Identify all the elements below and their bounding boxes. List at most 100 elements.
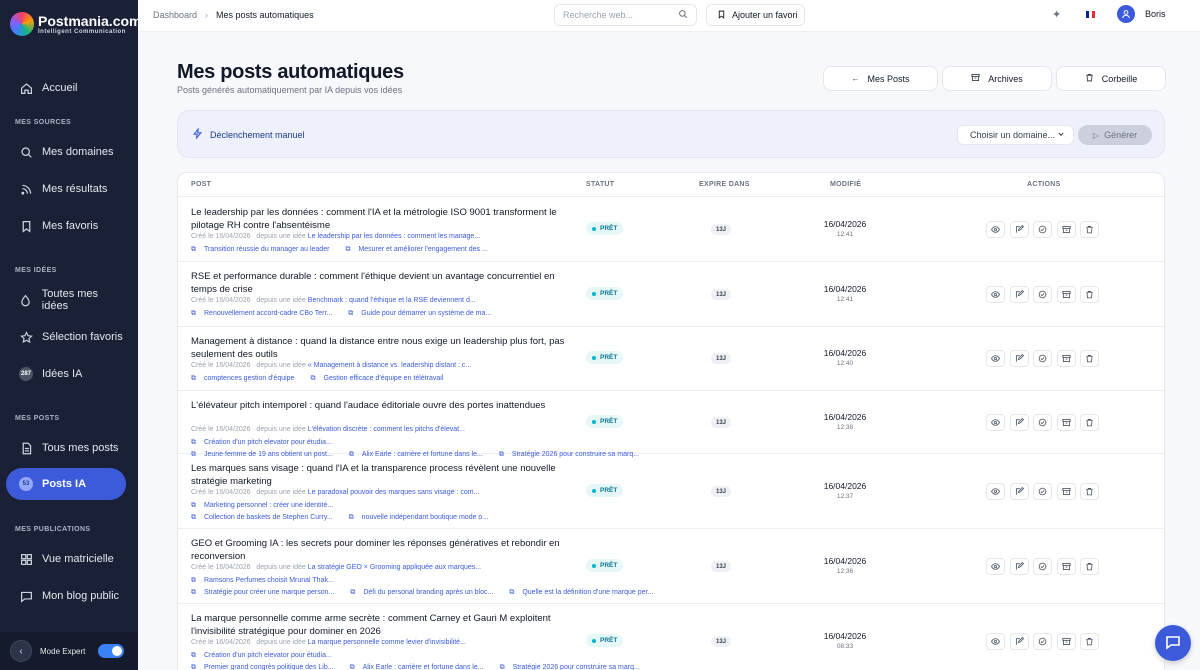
edit-button[interactable] <box>1009 414 1029 431</box>
table-row: La marque personnelle comme arme secrète… <box>178 604 1164 670</box>
archive-button[interactable] <box>1056 286 1076 303</box>
source-link[interactable]: ⧉ Quelle est la définition d'une marque p… <box>509 589 661 596</box>
edit-button[interactable] <box>1009 558 1029 575</box>
validate-button[interactable] <box>1033 633 1052 650</box>
collapse-sidebar-button[interactable]: ‹ <box>10 640 32 662</box>
eye-icon <box>991 485 1000 499</box>
validate-button[interactable] <box>1033 558 1052 575</box>
add-favorite-button[interactable]: Ajouter un favori <box>706 4 805 26</box>
post-title[interactable]: RSE et performance durable : comment l'é… <box>191 271 566 296</box>
validate-button[interactable] <box>1033 221 1052 238</box>
source-link[interactable]: ⧉ Collection de baskets de Stephen Curry.… <box>191 514 341 521</box>
edit-button[interactable] <box>1009 286 1029 303</box>
archives-button[interactable]: Archives <box>942 66 1052 91</box>
sidebar-item-public-blog[interactable]: Mon blog public <box>6 580 126 612</box>
post-title[interactable]: Le leadership par les données : comment … <box>191 207 566 232</box>
idea-link[interactable]: Le leadership par les données : comment … <box>308 233 480 240</box>
search-input[interactable]: Recherche web... <box>554 4 697 26</box>
brand-logo[interactable]: Postmania.com Intelligent Communication <box>10 12 141 36</box>
delete-button[interactable] <box>1080 350 1099 367</box>
source-link[interactable]: ⧉ Transition réussie du manager au leader <box>191 246 337 253</box>
source-link[interactable]: ⧉ Stratégie 2026 pour construire sa marq.… <box>500 664 648 670</box>
delete-button[interactable] <box>1080 633 1099 650</box>
archive-button[interactable] <box>1056 350 1076 367</box>
archive-button[interactable] <box>1056 633 1076 650</box>
sidebar-item-all-posts[interactable]: Tous mes posts <box>6 432 126 464</box>
source-link[interactable]: ⧉ Alix Earle : carrière et fortune dans l… <box>350 664 492 670</box>
source-link[interactable]: ⧉ Marketing personnel : créer une identit… <box>191 502 341 509</box>
validate-button[interactable] <box>1033 286 1052 303</box>
source-link[interactable]: ⧉ nouvelle indépendant boutique mode o... <box>349 514 497 521</box>
post-title[interactable]: GEO et Grooming IA : les secrets pour do… <box>191 538 566 563</box>
delete-button[interactable] <box>1080 558 1099 575</box>
french-flag-icon[interactable] <box>1086 11 1095 18</box>
source-link[interactable]: ⧉ Défi du personal branding après un bloc… <box>350 589 501 596</box>
view-button[interactable] <box>986 286 1005 303</box>
sidebar-item-matrix-view[interactable]: Vue matricielle <box>6 543 126 575</box>
sidebar-item-results[interactable]: Mes résultats <box>6 173 126 205</box>
sidebar-item-favorite-selection[interactable]: Sélection favoris <box>6 321 126 353</box>
edit-button[interactable] <box>1009 483 1029 500</box>
breadcrumb-dashboard[interactable]: Dashboard <box>153 10 197 20</box>
post-title[interactable]: Management à distance : quand la distanc… <box>191 336 566 361</box>
source-link[interactable]: ⧉ comptences gestion d'équipe <box>191 375 302 382</box>
delete-button[interactable] <box>1080 286 1099 303</box>
source-link[interactable]: ⧉ Premier grand congrès politique des Lib… <box>191 664 342 670</box>
delete-button[interactable] <box>1080 414 1099 431</box>
idea-link[interactable]: L'élévation discrète : comment les pitch… <box>308 426 465 433</box>
idea-link[interactable]: Benchmark : quand l'éthique et la RSE de… <box>308 297 476 304</box>
domain-select[interactable]: Choisir un domaine... <box>957 125 1074 145</box>
post-title[interactable]: La marque personnelle comme arme secrète… <box>191 613 566 638</box>
idea-link[interactable]: Le paradoxal pouvoir des marques sans vi… <box>308 489 480 496</box>
user-menu[interactable]: Boris <box>1117 5 1166 23</box>
post-title[interactable]: Les marques sans visage : quand l'IA et … <box>191 463 566 488</box>
mode-expert-toggle[interactable] <box>98 644 125 658</box>
trash-button[interactable]: Corbeille <box>1056 66 1166 91</box>
archive-button[interactable] <box>1056 414 1076 431</box>
from-idea-label: depuis une idée <box>256 564 306 571</box>
view-button[interactable] <box>986 414 1005 431</box>
source-link[interactable]: ⧉ Création d'un pitch elevator pour étudi… <box>191 652 340 659</box>
archive-button[interactable] <box>1056 558 1076 575</box>
sparkle-icon[interactable]: ✦ <box>1052 8 1061 21</box>
validate-button[interactable] <box>1033 414 1052 431</box>
edit-button[interactable] <box>1009 221 1029 238</box>
view-button[interactable] <box>986 558 1005 575</box>
idea-link[interactable]: « Management à distance vs. leadership d… <box>308 362 471 369</box>
source-link[interactable]: ⧉ Guide pour démarrer un système de ma... <box>348 310 499 317</box>
source-link[interactable]: ⧉ Mesurer et améliorer l'engagement des .… <box>345 246 495 253</box>
status-badge: PRÊT <box>586 351 624 364</box>
validate-button[interactable] <box>1033 350 1052 367</box>
sidebar-item-home[interactable]: Accueil <box>6 72 126 104</box>
archive-button[interactable] <box>1056 221 1076 238</box>
edit-button[interactable] <box>1009 350 1029 367</box>
edit-button[interactable] <box>1009 633 1029 650</box>
idea-link[interactable]: La stratégie GEO × Grooming appliquée au… <box>308 564 481 571</box>
sidebar-item-ai-posts[interactable]: 53 Posts IA <box>6 468 126 500</box>
idea-link[interactable]: La marque personnelle comme levier d'inv… <box>308 639 466 646</box>
source-link[interactable]: ⧉ Ramsons Perfumes choisit Mrunal Thak... <box>191 577 342 584</box>
sidebar-item-ai-ideas[interactable]: 287 Idées IA <box>6 358 126 390</box>
source-link[interactable]: ⧉ Création d'un pitch elevator pour étudi… <box>191 439 340 446</box>
view-button[interactable] <box>986 221 1005 238</box>
source-links: ⧉ Transition réussie du manager au leader… <box>191 244 504 256</box>
post-title[interactable]: L'élévateur pitch intemporel : quand l'a… <box>191 400 566 413</box>
sidebar-item-all-ideas[interactable]: Toutes mes idées <box>6 284 126 316</box>
view-button[interactable] <box>986 483 1005 500</box>
section-posts-title: MES POSTS <box>15 415 60 422</box>
sidebar-item-domains[interactable]: Mes domaines <box>6 136 126 168</box>
archive-button[interactable] <box>1056 483 1076 500</box>
source-link[interactable]: ⧉ Stratégie pour créer une marque person.… <box>191 589 342 596</box>
view-button[interactable] <box>986 633 1005 650</box>
view-button[interactable] <box>986 350 1005 367</box>
eye-icon <box>991 223 1000 237</box>
delete-button[interactable] <box>1080 221 1099 238</box>
generate-button[interactable]: ▷ Générer <box>1078 125 1152 145</box>
validate-button[interactable] <box>1033 483 1052 500</box>
source-link[interactable]: ⧉ Renouvellement accord-cadre CBo Terr... <box>191 310 340 317</box>
delete-button[interactable] <box>1080 483 1099 500</box>
source-link[interactable]: ⧉ Gestion efficace d'équipe en télétravai… <box>310 375 451 382</box>
sidebar-item-favorites[interactable]: Mes favoris <box>6 210 126 242</box>
my-posts-button[interactable]: ← Mes Posts <box>823 66 938 91</box>
chat-support-button[interactable] <box>1155 625 1191 661</box>
